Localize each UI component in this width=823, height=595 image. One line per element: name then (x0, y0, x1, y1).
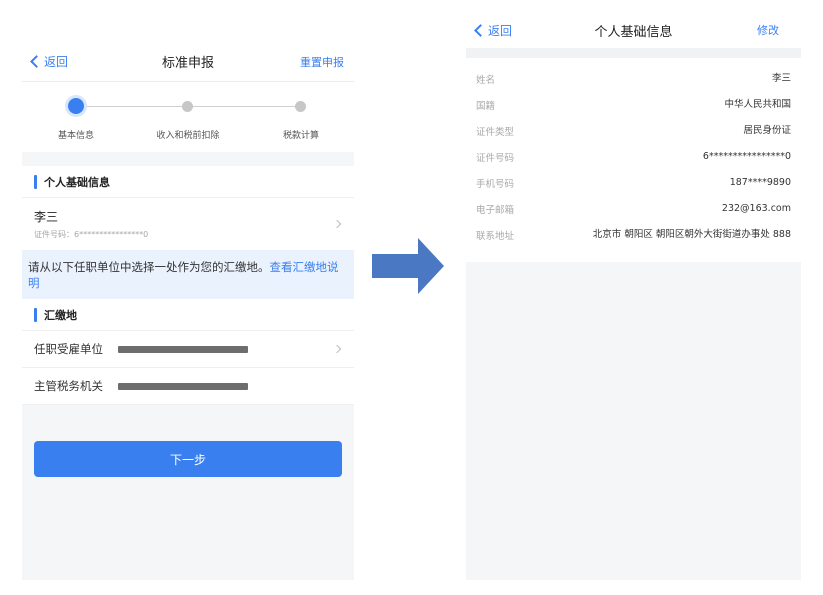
step-dot-tax-calc (295, 101, 306, 112)
step-dot-income (182, 101, 193, 112)
reset-declaration-button[interactable]: 重置申报 (300, 54, 344, 70)
info-label: 手机号码 (476, 179, 515, 190)
right-nav-bar: 返回 个人基础信息 修改 (466, 12, 801, 48)
step-label-basic-info: 基本信息 (57, 131, 95, 141)
personal-info-list: 姓名 李三 国籍 中华人民共和国 证件类型 居民身份证 证件号码 6******… (466, 58, 801, 262)
section-accent-bar (34, 174, 37, 189)
chevron-left-icon (474, 23, 487, 37)
tax-authority-row: 主管税务机关 (22, 368, 354, 405)
notice-text: 请从以下任职单位中选择一处作为您的汇缴地。 (28, 260, 270, 274)
progress-steps: 基本信息 收入和税前扣除 税款计算 (22, 82, 354, 152)
section-title: 汇缴地 (44, 308, 77, 322)
person-id-number: 证件号码：6****************0 (34, 230, 149, 239)
info-value: 中华人民共和国 (724, 99, 791, 110)
info-row-id-number: 证件号码 6****************0 (476, 144, 791, 170)
chevron-left-icon (30, 55, 43, 68)
back-label: 返回 (44, 55, 69, 69)
personal-info-section-header: 个人基础信息 (22, 166, 354, 198)
info-label: 证件类型 (476, 127, 515, 138)
info-row-name: 姓名 李三 (476, 66, 791, 92)
info-label: 电子邮箱 (476, 205, 515, 216)
back-button[interactable]: 返回 (474, 22, 513, 39)
info-value: 6****************0 (702, 151, 791, 162)
info-value: 187****9890 (729, 177, 791, 188)
payment-location-notice: 请从以下任职单位中选择一处作为您的汇缴地。查看汇缴地说明 (22, 250, 354, 299)
payment-location-section-header: 汇缴地 (22, 299, 354, 331)
standard-declaration-screen: 返回 标准申报 重置申报 基本信息 收入和税前扣除 税款计算 个人基础信息 李三… (22, 42, 354, 580)
section-accent-bar (34, 307, 37, 322)
info-row-nationality: 国籍 中华人民共和国 (476, 92, 791, 118)
step-connector (76, 106, 186, 107)
info-row-email: 电子邮箱 232@163.com (476, 196, 791, 222)
info-row-id-type: 证件类型 居民身份证 (476, 118, 791, 144)
info-row-address: 联系地址 北京市 朝阳区 朝阳区朝外大街街道办事处 888 (476, 222, 791, 248)
next-step-button[interactable]: 下一步 (34, 441, 342, 477)
info-label: 联系地址 (476, 231, 515, 242)
page-title: 个人基础信息 (594, 24, 673, 40)
step-label-tax-calc: 税款计算 (282, 131, 320, 141)
info-value: 北京市 朝阳区 朝阳区朝外大街街道办事处 888 (592, 229, 791, 240)
back-button[interactable]: 返回 (30, 53, 69, 70)
info-value: 李三 (771, 73, 791, 84)
info-value: 居民身份证 (743, 125, 791, 136)
section-title: 个人基础信息 (44, 175, 110, 189)
redacted-value (118, 382, 248, 390)
employer-select-row[interactable]: 任职受雇单位 (22, 331, 354, 368)
person-name: 李三 (34, 210, 59, 224)
edit-button[interactable]: 修改 (757, 22, 779, 38)
redacted-value (118, 345, 248, 353)
info-label: 姓名 (476, 75, 496, 86)
personal-info-screen: 返回 个人基础信息 修改 姓名 李三 国籍 中华人民共和国 证件类型 居民身份证… (466, 12, 801, 580)
info-label: 证件号码 (476, 153, 515, 164)
info-row-phone: 手机号码 187****9890 (476, 170, 791, 196)
step-dot-basic-info (68, 98, 84, 114)
spacer (466, 48, 801, 58)
back-label: 返回 (488, 23, 513, 38)
info-label: 国籍 (476, 101, 496, 112)
step-connector (190, 106, 300, 107)
info-value: 232@163.com (721, 203, 791, 214)
chevron-right-icon (332, 344, 342, 354)
left-nav-bar: 返回 标准申报 重置申报 (22, 42, 354, 82)
step-label-income: 收入和税前扣除 (156, 131, 220, 141)
employer-label: 任职受雇单位 (34, 342, 103, 356)
person-info-row[interactable]: 李三 证件号码：6****************0 (22, 198, 354, 250)
arrow-right-icon (372, 238, 444, 294)
page-title: 标准申报 (161, 56, 215, 71)
tax-authority-label: 主管税务机关 (34, 379, 103, 393)
